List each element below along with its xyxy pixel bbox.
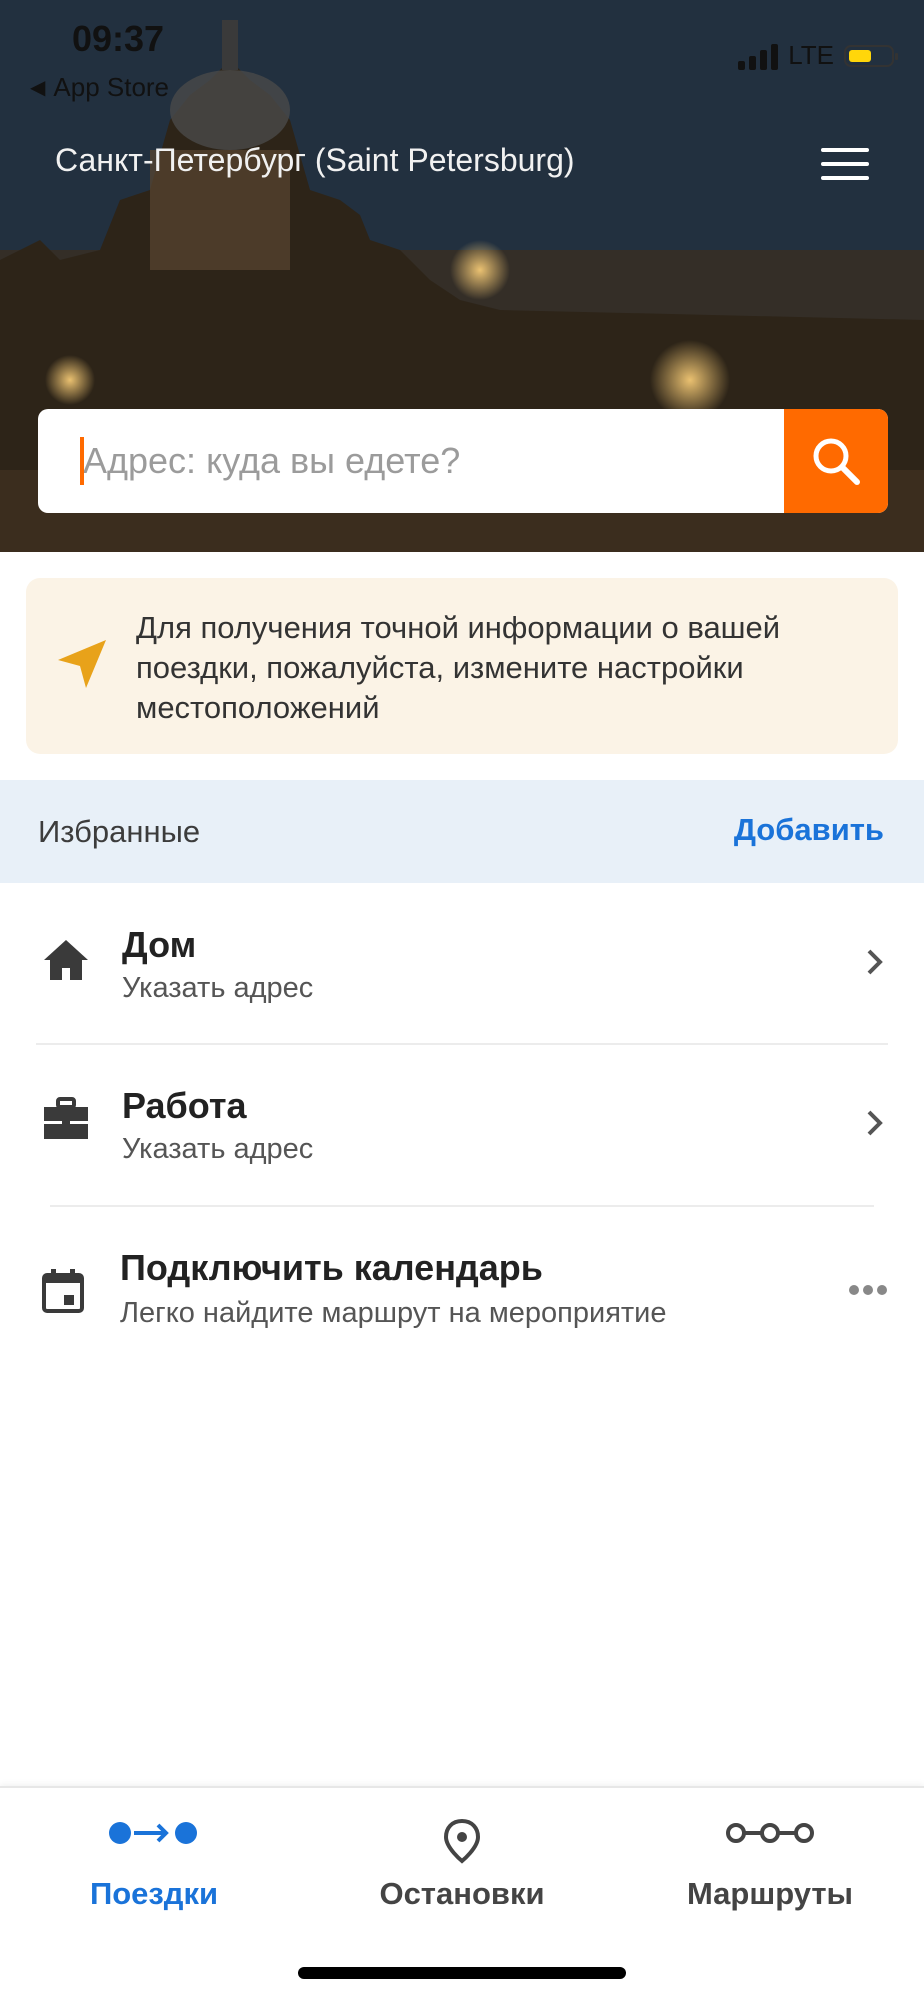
- search-bar: [38, 409, 888, 513]
- tab-stops[interactable]: Остановки: [308, 1788, 616, 1928]
- back-app-label: App Store: [53, 72, 170, 102]
- favorite-subtitle: Легко найдите маршрут на мероприятие: [120, 1297, 667, 1329]
- location-permission-notice[interactable]: Для получения точной информации о вашей …: [26, 578, 898, 754]
- favorite-home-row[interactable]: Дом Указать адрес: [0, 884, 924, 1044]
- trip-icon: [109, 1822, 197, 1844]
- favorites-header: Избранные Добавить: [0, 780, 924, 883]
- favorite-subtitle: Указать адрес: [122, 1133, 314, 1165]
- text-caret: [80, 437, 84, 485]
- search-icon: [813, 438, 860, 485]
- calendar-icon: [42, 1269, 84, 1313]
- hamburger-icon[interactable]: [821, 148, 869, 180]
- back-triangle-icon: ◀: [30, 77, 46, 99]
- routes-icon: [726, 1823, 814, 1843]
- battery-icon: [844, 44, 898, 67]
- network-type: LTE: [788, 40, 834, 70]
- favorite-title: Дом: [122, 924, 197, 965]
- stop-pin-icon: [443, 1818, 481, 1864]
- favorite-work-row[interactable]: Работа Указать адрес: [0, 1045, 924, 1205]
- hero-banner: 09:37 ◀ App Store LTE Санкт-Петербург (S…: [0, 0, 924, 552]
- search-input-container[interactable]: [38, 409, 784, 513]
- favorite-subtitle: Указать адрес: [122, 972, 314, 1004]
- favorite-title: Работа: [122, 1085, 247, 1126]
- tab-label: Маршруты: [686, 1876, 854, 1911]
- status-indicators: LTE: [738, 40, 898, 71]
- tab-routes[interactable]: Маршруты: [616, 1788, 924, 1928]
- search-button[interactable]: [784, 409, 888, 513]
- add-favorite-button[interactable]: Добавить: [734, 812, 884, 848]
- home-icon: [44, 940, 88, 980]
- chevron-right-icon: [867, 949, 883, 975]
- briefcase-icon: [44, 1097, 88, 1139]
- tab-label: Остановки: [379, 1876, 545, 1911]
- favorites-title: Избранные: [38, 814, 201, 849]
- location-arrow-icon: [58, 640, 106, 688]
- tab-label: Поездки: [89, 1876, 219, 1911]
- city-title[interactable]: Санкт-Петербург (Saint Petersburg): [55, 142, 575, 179]
- chevron-right-icon: [867, 1110, 883, 1136]
- status-time: 09:37: [72, 18, 165, 59]
- signal-icon: [738, 42, 779, 70]
- location-notice-text: Для получения точной информации о вашей …: [136, 610, 781, 725]
- back-to-app-link[interactable]: ◀ App Store: [30, 72, 169, 103]
- tab-trips[interactable]: Поездки: [0, 1788, 308, 1928]
- home-indicator[interactable]: [298, 1967, 626, 1979]
- connect-calendar-row[interactable]: Подключить календарь Легко найдите маршр…: [0, 1207, 924, 1367]
- more-dots-icon[interactable]: [848, 1284, 888, 1296]
- favorite-title: Подключить календарь: [120, 1247, 543, 1288]
- search-input[interactable]: [81, 439, 784, 483]
